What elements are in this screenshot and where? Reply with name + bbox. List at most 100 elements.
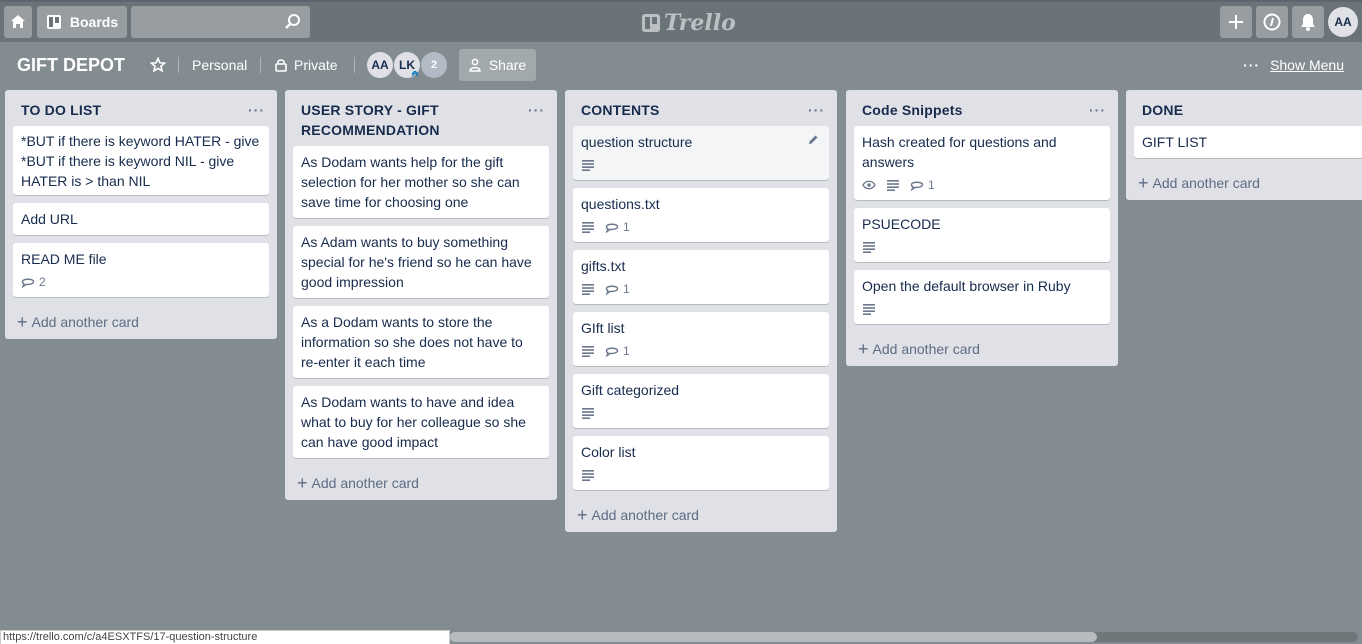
more-icon: ··· (1243, 57, 1261, 73)
card[interactable]: Open the default browser in Ruby (854, 270, 1110, 324)
user-avatar[interactable]: AA (1328, 7, 1358, 37)
list-title[interactable]: DONE (1142, 102, 1183, 118)
list-menu-icon[interactable]: ··· (248, 100, 265, 120)
card-title: Color list (581, 444, 636, 460)
show-menu-button[interactable]: ··· Show Menu (1243, 52, 1344, 78)
card[interactable]: As Dodam wants to have and idea what to … (293, 386, 549, 458)
list-header[interactable]: TO DO LIST ··· (5, 90, 277, 126)
card-title: GIft list (581, 320, 625, 336)
card-title: question structure (581, 134, 693, 150)
card[interactable]: Add URL (13, 203, 269, 235)
card[interactable]: GIft list 1 (573, 312, 829, 366)
list-header[interactable]: CONTENTS ··· (565, 90, 837, 126)
team-visibility-button[interactable]: Personal (192, 52, 247, 78)
comment-count: 1 (623, 282, 630, 296)
add-card-button[interactable]: + Add another card (1126, 166, 1362, 200)
share-label: Share (488, 57, 527, 73)
search-icon (285, 14, 300, 29)
card-title: Hash created for questions and answers (862, 134, 1057, 170)
comment-badge: 1 (605, 279, 630, 299)
card-title: As Dodam wants help for the gift selecti… (301, 154, 520, 210)
card-title: *BUT if there is keyword HATER - give *B… (21, 133, 260, 189)
privacy-button[interactable]: Private (274, 52, 338, 78)
card[interactable]: GIFT LIST (1134, 126, 1362, 158)
admin-chevron-icon (411, 71, 419, 77)
home-button[interactable] (4, 6, 32, 38)
list-todo: TO DO LIST ··· *BUT if there is keyword … (5, 90, 277, 339)
member-avatar[interactable]: AA (367, 52, 393, 78)
list-title[interactable]: USER STORY - GIFT RECOMMENDATION (301, 100, 501, 140)
info-icon (1263, 13, 1281, 31)
add-card-label: Add another card (591, 507, 699, 523)
add-card-label: Add another card (31, 314, 139, 330)
card[interactable]: question structure (573, 126, 829, 180)
card[interactable]: As a Dodam wants to store the informatio… (293, 306, 549, 378)
show-menu-label: Show Menu (1270, 57, 1344, 73)
add-card-button[interactable]: + Add another card (5, 305, 277, 339)
card-title: GIFT LIST (1142, 134, 1208, 150)
card-title: Add URL (21, 211, 78, 227)
horizontal-scrollbar-thumb[interactable] (450, 632, 1097, 642)
boards-button[interactable]: Boards (37, 6, 127, 38)
list-title[interactable]: TO DO LIST (21, 102, 101, 118)
bell-icon (1301, 14, 1315, 31)
pencil-icon[interactable] (807, 134, 819, 146)
list-menu-icon[interactable]: ··· (528, 100, 545, 120)
card[interactable]: *BUT if there is keyword HATER - give *B… (13, 126, 269, 195)
card[interactable]: As Dodam wants help for the gift selecti… (293, 146, 549, 218)
card-title: Gift categorized (581, 382, 680, 398)
list-menu-icon[interactable]: ··· (1089, 100, 1106, 120)
card[interactable]: questions.txt 1 (573, 188, 829, 242)
notifications-button[interactable] (1292, 6, 1324, 38)
create-button[interactable] (1220, 6, 1252, 38)
card-title: READ ME file (21, 251, 107, 267)
comment-badge: 1 (605, 217, 630, 237)
card[interactable]: READ ME file 2 (13, 243, 269, 297)
top-navigation-bar: Boards Trello AA (0, 0, 1362, 42)
card[interactable]: PSUECODE (854, 208, 1110, 262)
list-header[interactable]: DONE (1126, 90, 1362, 126)
member-avatar[interactable]: LK (394, 52, 420, 78)
share-button[interactable]: Share (459, 49, 536, 81)
add-member-icon (469, 58, 481, 72)
description-icon (582, 470, 594, 481)
board-title[interactable]: GIFT DEPOT (17, 52, 125, 78)
list-done: DONE GIFT LIST + Add another card (1126, 90, 1362, 200)
list-title[interactable]: Code Snippets (862, 102, 963, 118)
trello-logo-icon (642, 14, 660, 32)
comment-badge: 1 (910, 175, 935, 195)
star-button[interactable] (150, 52, 166, 78)
description-icon (582, 284, 594, 295)
description-icon (582, 346, 594, 357)
info-button[interactable] (1256, 6, 1288, 38)
card[interactable]: Color list (573, 436, 829, 490)
card-title: gifts.txt (581, 258, 626, 274)
list-header[interactable]: USER STORY - GIFT RECOMMENDATION ··· (285, 90, 557, 146)
comment-badge: 2 (21, 272, 46, 292)
comment-badge: 1 (605, 341, 630, 361)
list-title[interactable]: CONTENTS (581, 102, 660, 118)
trello-logo[interactable]: Trello (642, 10, 736, 36)
more-members-badge[interactable]: 2 (421, 52, 447, 78)
divider (354, 57, 355, 73)
add-card-label: Add another card (872, 341, 980, 357)
add-card-label: Add another card (311, 475, 419, 491)
add-card-button[interactable]: + Add another card (846, 332, 1118, 366)
comment-icon (605, 347, 619, 357)
list-header[interactable]: Code Snippets ··· (846, 90, 1118, 126)
add-card-button[interactable]: + Add another card (285, 466, 557, 500)
card[interactable]: Hash created for questions and answers 1 (854, 126, 1110, 200)
add-card-button[interactable]: + Add another card (565, 498, 837, 532)
search-input[interactable] (131, 6, 310, 38)
plus-icon (1229, 15, 1243, 29)
card-title: questions.txt (581, 196, 660, 212)
card[interactable]: Gift categorized (573, 374, 829, 428)
card[interactable]: gifts.txt 1 (573, 250, 829, 304)
card[interactable]: As Adam wants to buy something special f… (293, 226, 549, 298)
list-code-snippets: Code Snippets ··· Hash created for quest… (846, 90, 1118, 366)
description-icon (582, 160, 594, 171)
list-menu-icon[interactable]: ··· (808, 100, 825, 120)
card-title: Open the default browser in Ruby (862, 278, 1071, 294)
home-icon (11, 15, 25, 28)
card-title: As Adam wants to buy something special f… (301, 234, 532, 290)
